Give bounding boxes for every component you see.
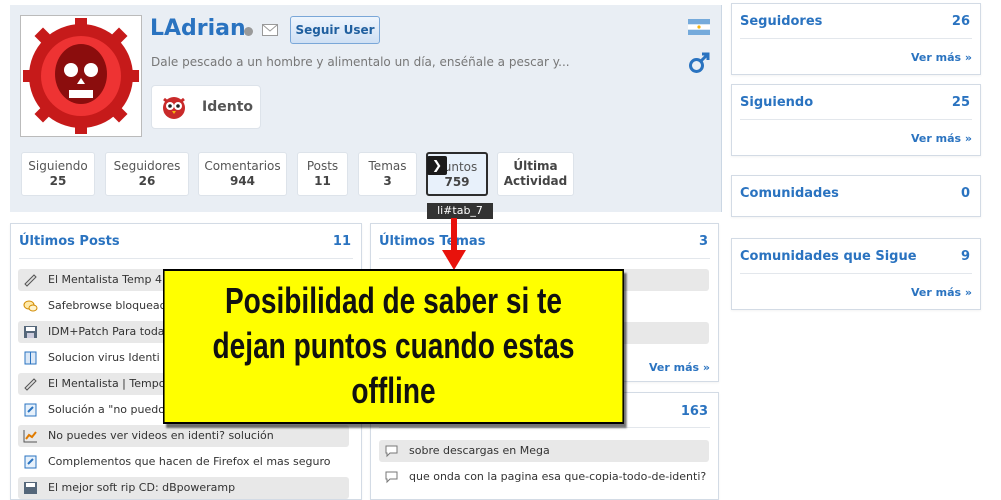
help-page-icon xyxy=(24,403,37,417)
divider xyxy=(740,119,972,120)
divider xyxy=(740,273,972,274)
red-arrow-annotation xyxy=(442,218,466,270)
stat-value: 25 xyxy=(49,174,67,188)
offline-status-icon xyxy=(244,27,253,36)
panel-title[interactable]: Últimos Posts xyxy=(19,234,120,249)
ruler-icon xyxy=(24,378,37,391)
user-tagline: Dale pescado a un hombre y alimentalo un… xyxy=(151,55,570,69)
see-more-link[interactable]: Ver más » xyxy=(911,132,972,145)
tab-temas[interactable]: Temas 3 xyxy=(358,152,417,196)
box-count: 25 xyxy=(951,95,970,110)
tab-siguiendo[interactable]: Siguiendo 25 xyxy=(21,152,95,196)
stat-label: Comentarios xyxy=(204,159,281,173)
list-item[interactable]: Complementos que hacen de Firefox el mas… xyxy=(18,451,349,473)
male-gender-icon xyxy=(689,52,710,73)
rank-label: Idento xyxy=(202,99,254,115)
stat-value: 3 xyxy=(383,174,392,188)
list-item[interactable]: sobre descargas en Mega xyxy=(379,440,709,462)
annotation-callout: Posibilidad de saber si te dejan puntos … xyxy=(163,269,624,424)
tab-comentarios[interactable]: Comentarios 944 xyxy=(198,152,287,196)
stat-label: Temas xyxy=(368,159,407,173)
followed-communities-box: Comunidades que Sigue 9 Ver más » xyxy=(731,238,981,310)
follow-user-button[interactable]: Seguir User xyxy=(290,16,380,44)
box-count: 9 xyxy=(960,249,970,264)
ruler-icon xyxy=(24,274,37,287)
comment-icon xyxy=(385,445,398,458)
help-page-icon xyxy=(24,455,37,469)
stat-value: Actividad xyxy=(503,174,568,188)
see-more-link[interactable]: Ver más » xyxy=(911,51,972,64)
divider xyxy=(19,258,353,259)
owl-icon xyxy=(163,97,185,119)
panel-count: 163 xyxy=(680,404,708,419)
stat-value: 944 xyxy=(229,174,256,188)
stat-value: 11 xyxy=(314,174,331,188)
box-count: 26 xyxy=(951,14,970,29)
inspector-tooltip: li#tab_7 xyxy=(427,203,493,219)
following-box: Siguiendo 25 Ver más » xyxy=(731,84,981,156)
tab-ultima-actividad[interactable]: Última Actividad xyxy=(497,152,574,196)
argentina-flag-icon xyxy=(688,19,710,35)
callout-line: dejan puntos cuando estas xyxy=(212,325,575,366)
see-more-link[interactable]: Ver más » xyxy=(649,361,710,374)
divider xyxy=(379,258,710,259)
comment-icon xyxy=(385,471,398,484)
box-title[interactable]: Seguidores xyxy=(740,14,822,29)
stat-label: Última xyxy=(513,159,558,173)
username[interactable]: LAdrian xyxy=(150,16,246,41)
stat-value: 759 xyxy=(444,175,470,189)
followers-box: Seguidores 26 Ver más » xyxy=(731,3,981,75)
list-item[interactable]: No puedes ver videos en identi? solución xyxy=(18,425,349,447)
tab-posts[interactable]: Posts 11 xyxy=(297,152,348,196)
divider xyxy=(379,427,710,428)
box-title[interactable]: Comunidades xyxy=(740,186,839,201)
book-icon xyxy=(24,351,37,365)
see-more-link[interactable]: Ver más » xyxy=(911,286,972,299)
floppy-disk-icon xyxy=(24,326,37,338)
tab-seguidores[interactable]: Seguidores 26 xyxy=(105,152,189,196)
stat-label: Posts xyxy=(306,159,339,173)
chart-icon xyxy=(23,430,37,443)
divider xyxy=(740,38,972,39)
panel-count: 11 xyxy=(332,234,351,249)
box-count: 0 xyxy=(960,186,970,201)
user-avatar[interactable] xyxy=(20,15,142,137)
rank-badge: Idento xyxy=(151,85,261,129)
stat-value: 26 xyxy=(138,174,156,188)
list-item[interactable]: El mejor soft rip CD: dBpoweramp xyxy=(18,477,349,499)
mail-icon[interactable] xyxy=(262,24,278,36)
floppy-disk-icon xyxy=(24,482,37,494)
chat-bubbles-icon xyxy=(23,300,38,312)
communities-box: Comunidades 0 xyxy=(731,175,981,217)
stat-label: Siguiendo xyxy=(28,159,88,173)
inspector-chevron-icon: ❯ xyxy=(427,156,447,175)
callout-line: offline xyxy=(351,370,436,411)
panel-title[interactable]: Últimos Temas xyxy=(379,234,485,249)
panel-count: 3 xyxy=(698,234,708,249)
box-title[interactable]: Siguiendo xyxy=(740,95,813,110)
callout-line: Posibilidad de saber si te xyxy=(224,280,563,321)
stat-label: Seguidores xyxy=(113,159,181,173)
box-title[interactable]: Comunidades que Sigue xyxy=(740,249,917,264)
list-item[interactable]: que onda con la pagina esa que-copia-tod… xyxy=(379,466,709,488)
